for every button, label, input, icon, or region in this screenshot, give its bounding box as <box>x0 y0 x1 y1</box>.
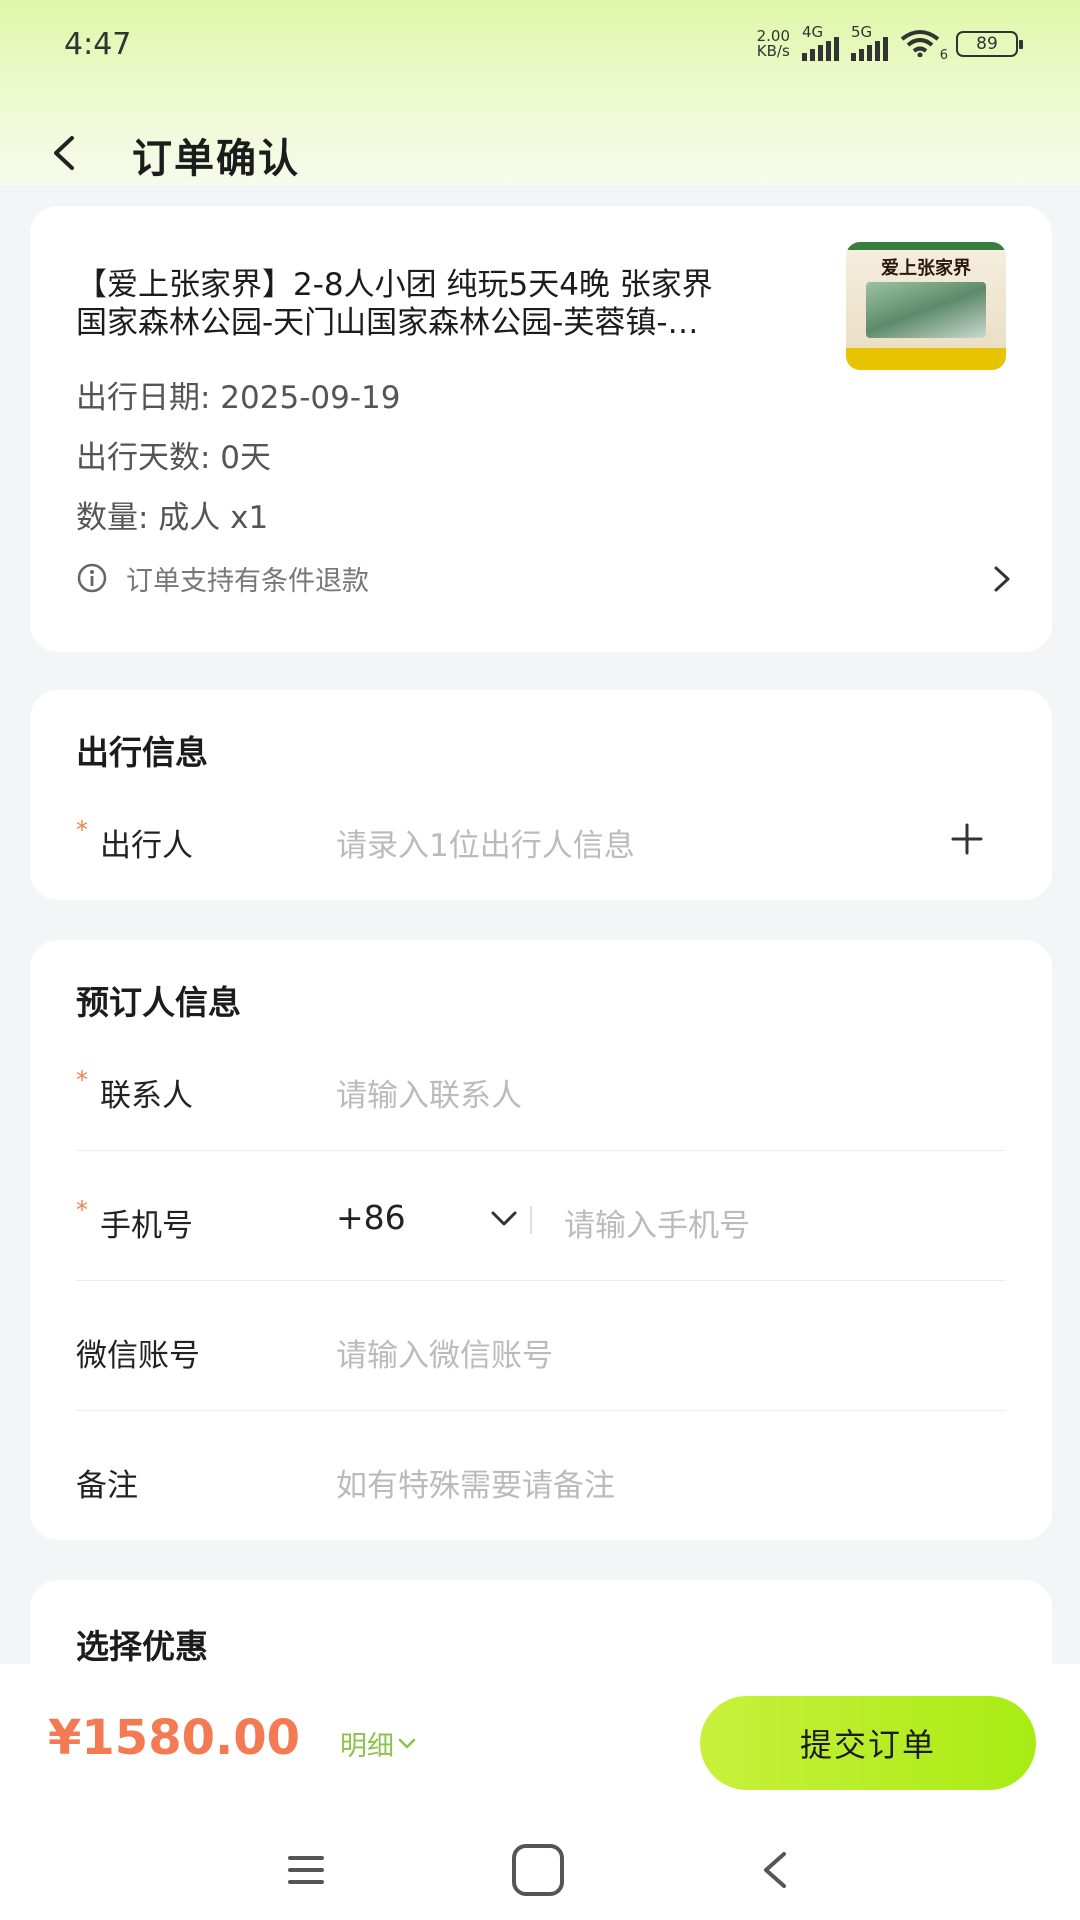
wifi-icon: 6 <box>900 29 948 63</box>
chevron-left-icon <box>54 136 74 170</box>
back-button[interactable] <box>40 128 90 178</box>
cellular-signal-icon: 5G <box>851 23 888 61</box>
system-nav-bar <box>0 1824 1080 1920</box>
quantity: 数量: 成人 x1 <box>76 500 269 536</box>
booker-info-title: 预订人信息 <box>76 983 241 1022</box>
home-button[interactable] <box>512 1844 564 1896</box>
booker-info-card: 预订人信息 * 联系人 请输入联系人 * 手机号 +86 请输入手机号 微信账号… <box>30 940 1052 1540</box>
menu-icon <box>288 1856 324 1884</box>
submit-order-button[interactable]: 提交订单 <box>700 1696 1036 1790</box>
refund-policy-row[interactable]: 订单支持有条件退款 <box>76 556 1028 600</box>
status-time: 4:47 <box>64 26 132 62</box>
contact-field[interactable]: * 联系人 请输入联系人 <box>76 1062 1006 1126</box>
page-title: 订单确认 <box>132 136 300 182</box>
remark-input[interactable]: 如有特殊需要请备注 <box>336 1460 615 1505</box>
chevron-down-icon <box>398 1738 416 1748</box>
refund-note: 订单支持有条件退款 <box>126 565 369 597</box>
remark-field[interactable]: 备注 如有特殊需要请备注 <box>76 1452 1006 1516</box>
phone-label: 手机号 <box>100 1208 193 1244</box>
travel-info-card: 出行信息 * 出行人 请录入1位出行人信息 <box>30 690 1052 900</box>
thumbnail-text: 爱上张家界 <box>881 258 971 279</box>
chevron-right-icon <box>994 566 1010 592</box>
product-title[interactable]: 【爱上张家界】2-8人小团 纯玩5天4晚 张家界 国家森林公园-天门山国家森林公… <box>76 266 846 342</box>
divider <box>76 1280 1006 1281</box>
recent-apps-button[interactable] <box>286 1852 326 1888</box>
cellular-signal-icon: 4G <box>802 23 839 61</box>
contact-label: 联系人 <box>100 1078 193 1114</box>
bottom-action-bar: ¥1580.00 明细 提交订单 <box>0 1664 1080 1824</box>
divider <box>76 1150 1006 1151</box>
wechat-label: 微信账号 <box>76 1338 200 1374</box>
back-icon <box>764 1852 786 1888</box>
chevron-down-icon[interactable] <box>490 1210 518 1228</box>
product-card: 【爱上张家界】2-8人小团 纯玩5天4晚 张家界 国家森林公园-天门山国家森林公… <box>30 206 1052 652</box>
add-traveler-button[interactable] <box>950 822 984 856</box>
travel-days: 出行天数: 0天 <box>76 440 272 476</box>
contact-input[interactable]: 请输入联系人 <box>336 1070 522 1115</box>
remark-label: 备注 <box>76 1468 138 1504</box>
total-price: ¥1580.00 <box>48 1710 301 1766</box>
plus-icon <box>951 823 983 855</box>
wechat-field[interactable]: 微信账号 请输入微信账号 <box>76 1322 1006 1386</box>
price-detail-link[interactable]: 明细 <box>340 1724 416 1763</box>
divider <box>76 1410 1006 1411</box>
nav-bar: 订单确认 <box>0 110 1080 194</box>
battery-icon: 89 <box>956 31 1023 57</box>
travel-date: 出行日期: 2025-09-19 <box>76 380 401 416</box>
traveler-field[interactable]: * 出行人 请录入1位出行人信息 <box>76 812 1006 876</box>
phone-input[interactable]: 请输入手机号 <box>564 1200 750 1245</box>
required-mark: * <box>76 1066 88 1094</box>
system-back-button[interactable] <box>756 1848 796 1892</box>
required-mark: * <box>76 1196 88 1224</box>
separator <box>530 1206 532 1234</box>
info-icon <box>77 563 107 593</box>
country-code-select[interactable]: +86 <box>336 1198 406 1237</box>
status-icons: 2.00 KB/s 4G 5G 6 89 <box>756 23 1023 63</box>
discount-title[interactable]: 选择优惠 <box>76 1620 208 1668</box>
required-mark: * <box>76 816 88 844</box>
travel-info-title: 出行信息 <box>76 733 208 772</box>
product-thumbnail[interactable]: 爱上张家界 <box>846 242 1006 370</box>
wechat-input[interactable]: 请输入微信账号 <box>336 1330 553 1375</box>
status-bar: 4:47 2.00 KB/s 4G 5G 6 89 <box>0 0 1080 88</box>
phone-field[interactable]: * 手机号 +86 请输入手机号 <box>76 1192 1006 1256</box>
mountain-image <box>866 282 986 338</box>
traveler-label: 出行人 <box>100 828 193 864</box>
traveler-placeholder: 请录入1位出行人信息 <box>336 828 635 864</box>
net-speed: 2.00 KB/s <box>756 27 790 60</box>
